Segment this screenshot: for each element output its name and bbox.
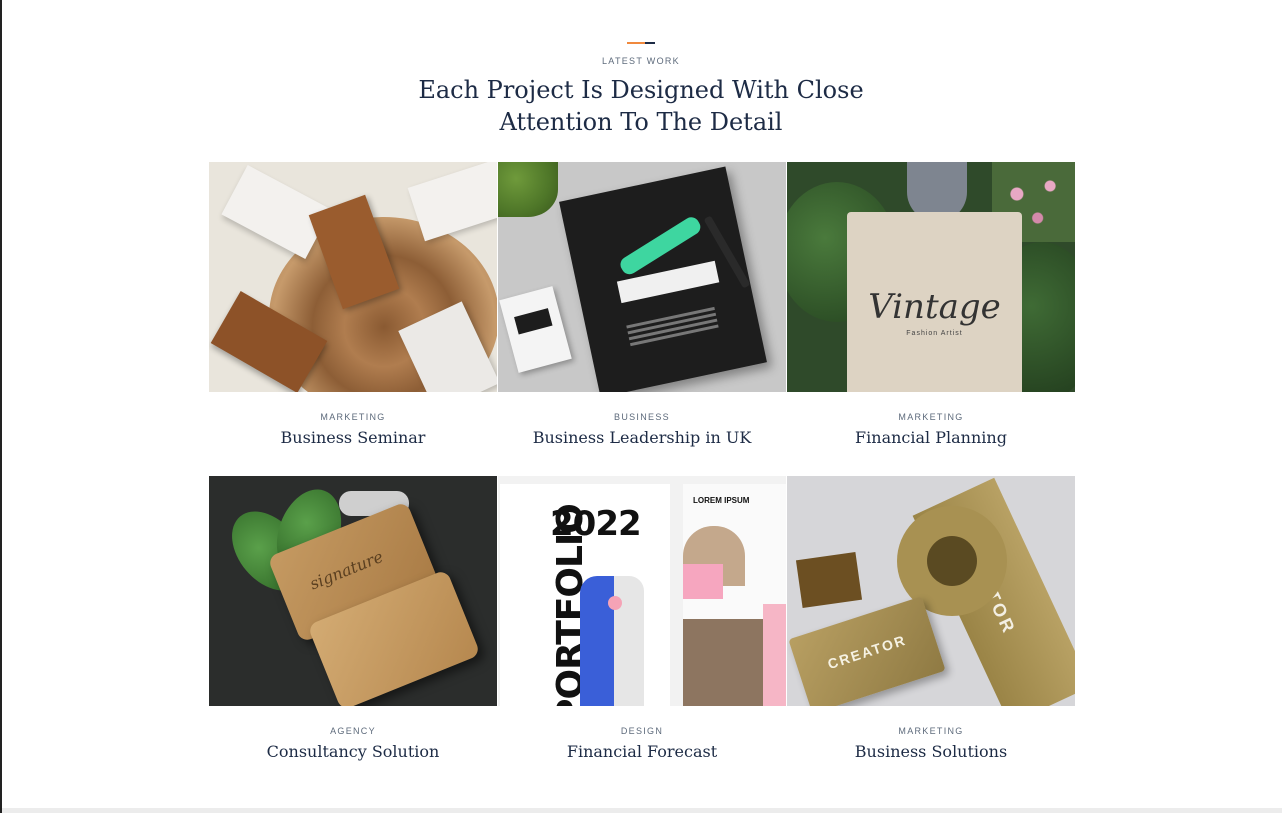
portfolio-spread-graphic: LOREM IPSUM [683,484,786,706]
tote-bag-subtitle: Fashion Artist [906,330,963,337]
section-heading-line-1: Each Project Is Designed With Close [418,76,864,104]
binder-clip-graphic [795,552,863,608]
project-title[interactable]: Business Seminar [209,428,497,447]
portfolio-card-financial-forecast[interactable]: 2022 PORTFOLIO LOREM IPSUM DESIGN Financ… [498,476,786,761]
dot-graphic [608,596,622,610]
portfolio-thumbnail-tote-bag[interactable]: Vintage Fashion Artist [787,162,1075,392]
card-meta: DESIGN Financial Forecast [498,726,786,761]
portfolio-card-consultancy-solution[interactable]: signature AGENCY Consultancy Solution [209,476,497,761]
tote-bag-script: Vintage [868,287,1001,327]
card-meta: BUSINESS Business Leadership in UK [498,412,786,447]
accent-divider [627,42,655,44]
project-category[interactable]: MARKETING [787,726,1075,736]
section-eyebrow: LATEST WORK [602,56,680,66]
section-header: LATEST WORK Each Project Is Designed Wit… [0,42,1282,138]
portfolio-card-business-seminar[interactable]: MARKETING Business Seminar [209,162,497,447]
brochure-text-lines [626,306,715,329]
card-meta: MARKETING Business Seminar [209,412,497,447]
project-category[interactable]: MARKETING [209,412,497,422]
gold-card-text: CREATOR [825,631,909,673]
spread-block [763,604,786,706]
project-category[interactable]: DESIGN [498,726,786,736]
portfolio-thumbnail-wooden-cards[interactable]: signature [209,476,497,706]
card-meta: AGENCY Consultancy Solution [209,726,497,761]
project-title[interactable]: Business Solutions [787,742,1075,761]
portfolio-thumbnail-portfolio-book[interactable]: 2022 PORTFOLIO LOREM IPSUM [498,476,786,706]
section-heading: Each Project Is Designed With Close Atte… [0,74,1282,138]
portfolio-page-graphic: 2022 PORTFOLIO [500,484,670,706]
project-title[interactable]: Financial Planning [787,428,1075,447]
spread-heading: LOREM IPSUM [693,496,750,505]
section-heading-line-2: Attention To The Detail [499,108,783,136]
portfolio-thumbnail-creator-tape[interactable]: CREATOR CREATOR [787,476,1075,706]
succulent-graphic [498,162,558,217]
spread-photo [683,619,763,706]
tote-bag-graphic: Vintage Fashion Artist [847,212,1022,392]
portfolio-thumbnail-business-cards[interactable] [209,162,497,392]
project-category[interactable]: MARKETING [787,412,1075,422]
business-card-graphic [407,162,497,242]
portfolio-card-financial-planning[interactable]: Vintage Fashion Artist MARKETING Financi… [787,162,1075,447]
portfolio-card-business-leadership[interactable]: BUSINESS Business Leadership in UK [498,162,786,447]
card-mockup-graphic [499,286,572,373]
project-category[interactable]: BUSINESS [498,412,786,422]
arch-graphic [580,576,614,706]
project-title[interactable]: Consultancy Solution [209,742,497,761]
project-category[interactable]: AGENCY [209,726,497,736]
tape-core-graphic [927,536,977,586]
card-mockup-title-block [514,308,553,335]
card-meta: MARKETING Business Solutions [787,726,1075,761]
card-meta: MARKETING Financial Planning [787,412,1075,447]
next-section-edge [2,808,1282,813]
gold-card-graphic: CREATOR [788,596,946,706]
spread-block [683,564,723,599]
project-title[interactable]: Business Leadership in UK [498,428,786,447]
brochure-graphic [559,166,767,392]
wooden-card-signature: signature [307,546,386,594]
portfolio-thumbnail-brochure[interactable] [498,162,786,392]
project-title[interactable]: Financial Forecast [498,742,786,761]
arch-graphic [614,576,644,706]
portfolio-card-business-solutions[interactable]: CREATOR CREATOR MARKETING Business Solut… [787,476,1075,761]
